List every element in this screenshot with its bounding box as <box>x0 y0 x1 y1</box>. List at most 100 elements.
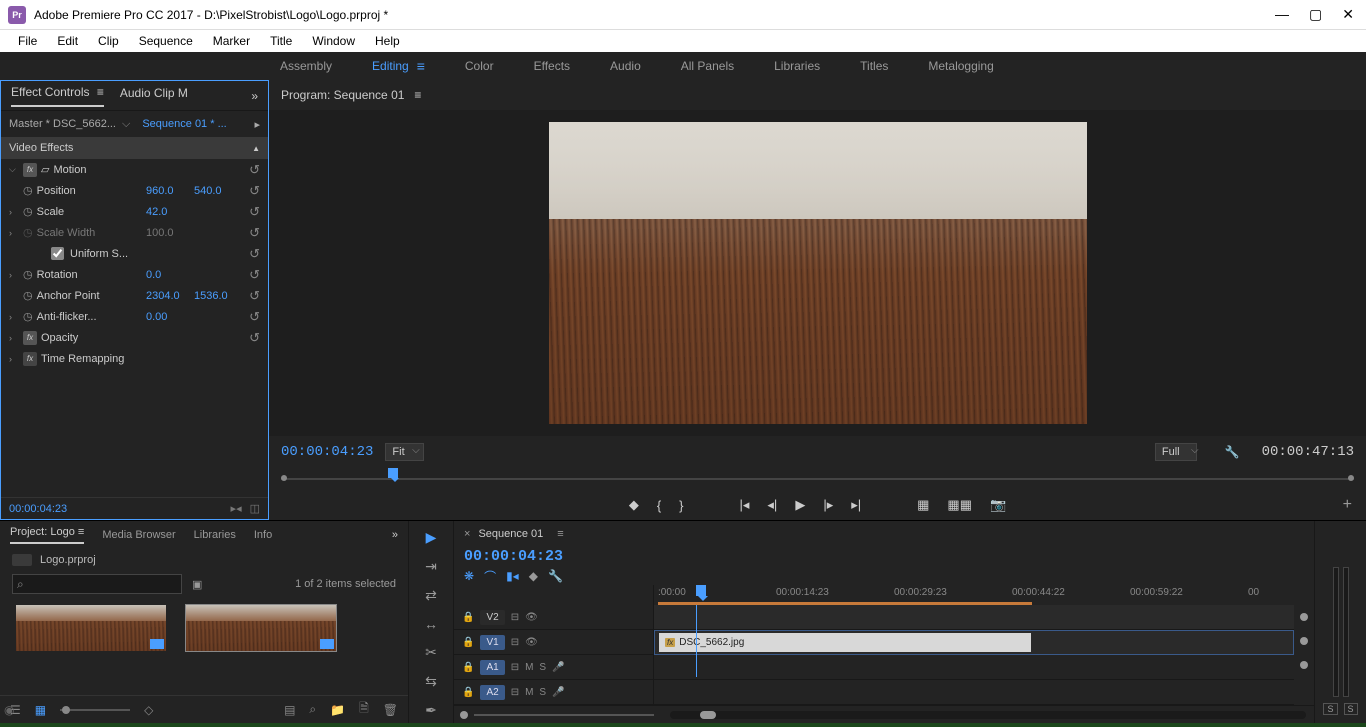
sync-lock-icon[interactable]: ⊟ <box>511 612 519 623</box>
footer-icon-2[interactable]: ◫ <box>250 502 260 515</box>
uniform-scale-checkbox[interactable] <box>51 247 64 260</box>
position-y-value[interactable]: 540.0 <box>194 185 242 197</box>
menu-file[interactable]: File <box>8 32 47 50</box>
sync-status-icon[interactable]: ◉ <box>4 703 14 717</box>
lock-icon[interactable]: 🔒 <box>462 687 474 698</box>
scale-expand-icon[interactable]: › <box>9 207 23 217</box>
mic-icon[interactable]: 🎤 <box>552 662 564 673</box>
solo-icon[interactable]: S <box>539 687 546 698</box>
timeline-close-icon[interactable]: × <box>464 528 470 540</box>
meter-right[interactable] <box>1343 567 1349 697</box>
antiflicker-expand-icon[interactable]: › <box>9 312 23 322</box>
menu-help[interactable]: Help <box>365 32 410 50</box>
position-x-value[interactable]: 960.0 <box>146 185 194 197</box>
project-bin-icon[interactable] <box>12 554 32 566</box>
lock-icon[interactable]: 🔒 <box>462 637 474 648</box>
mute-icon[interactable]: M <box>525 662 533 673</box>
mark-out-icon[interactable]: } <box>679 498 683 513</box>
scalew-reset-icon[interactable]: ↺ <box>242 225 260 241</box>
menu-sequence[interactable]: Sequence <box>129 32 203 50</box>
maximize-button[interactable]: ▢ <box>1309 6 1322 23</box>
anchor-x-value[interactable]: 2304.0 <box>146 290 194 302</box>
go-to-in-icon[interactable]: |◂ <box>740 497 750 513</box>
ripple-edit-tool-icon[interactable]: ⇄ <box>425 587 437 604</box>
add-marker-icon[interactable]: ▮◂ <box>506 569 519 583</box>
track-header-a1[interactable]: 🔒 A1 ⊟ M S 🎤 <box>454 655 653 680</box>
program-playhead[interactable] <box>388 468 398 478</box>
rotation-reset-icon[interactable]: ↺ <box>242 267 260 283</box>
workspace-editing[interactable]: Editing ≡ <box>372 58 425 74</box>
project-tabs-overflow-icon[interactable]: » <box>392 529 398 541</box>
sync-lock-icon[interactable]: ⊟ <box>511 687 519 698</box>
rotation-value[interactable]: 0.0 <box>146 269 194 281</box>
anchor-reset-icon[interactable]: ↺ <box>242 288 260 304</box>
linked-selection-icon[interactable]: ⌒ <box>484 568 496 585</box>
track-header-v2[interactable]: 🔒 V2 ⊟ 👁 <box>454 605 653 630</box>
mark-in-icon[interactable]: { <box>657 498 661 513</box>
extract-icon[interactable]: ▦▦ <box>947 497 972 513</box>
add-marker-icon[interactable]: ◆ <box>629 497 639 513</box>
clip-master-label[interactable]: Master * DSC_5662... <box>9 118 116 130</box>
motion-reset-icon[interactable]: ↺ <box>242 162 260 178</box>
hscroll-thumb[interactable] <box>700 711 716 719</box>
zoom-out-icon[interactable] <box>460 711 468 719</box>
workspace-menu-icon[interactable]: ≡ <box>417 58 425 74</box>
sync-lock-icon[interactable]: ⊟ <box>511 637 519 648</box>
program-scrubber[interactable] <box>281 468 1354 490</box>
meter-left[interactable] <box>1333 567 1339 697</box>
menu-clip[interactable]: Clip <box>88 32 129 50</box>
sync-lock-icon[interactable]: ⊟ <box>511 662 519 673</box>
delete-icon[interactable]: 🗑 <box>383 703 398 717</box>
effect-time-remapping[interactable]: › fx Time Remapping <box>1 348 268 369</box>
track-select-tool-icon[interactable]: ⇥ <box>425 558 437 575</box>
timeremap-expand-icon[interactable]: › <box>9 354 23 364</box>
menu-edit[interactable]: Edit <box>47 32 88 50</box>
mute-icon[interactable]: M <box>525 687 533 698</box>
clip-header-caret-icon[interactable]: ▸ <box>254 118 260 131</box>
workspace-allpanels[interactable]: All Panels <box>681 59 734 73</box>
menu-marker[interactable]: Marker <box>203 32 260 50</box>
tab-project[interactable]: Project: Logo ≡ <box>10 526 84 544</box>
horizontal-scrollbar[interactable] <box>670 711 1306 719</box>
clip-block[interactable]: fx DSC_5662.jpg <box>659 633 1031 652</box>
track-lane-v1[interactable]: fx DSC_5662.jpg <box>654 630 1294 655</box>
opacity-expand-icon[interactable]: › <box>9 333 23 343</box>
solo-icon[interactable]: S <box>539 662 546 673</box>
tab-media-browser[interactable]: Media Browser <box>102 529 175 541</box>
effect-tab-menu-icon[interactable]: ≡ <box>97 85 104 99</box>
step-back-icon[interactable]: ◂| <box>767 497 777 513</box>
solo-left-icon[interactable]: S <box>1323 703 1337 715</box>
a2-label[interactable]: A2 <box>480 685 504 700</box>
antiflicker-value[interactable]: 0.00 <box>146 311 194 323</box>
wrench-icon[interactable]: 🔧 <box>548 569 563 583</box>
timeline-ruler-playhead[interactable] <box>696 585 706 596</box>
lock-icon[interactable]: 🔒 <box>462 612 474 623</box>
mic-icon[interactable]: 🎤 <box>552 687 564 698</box>
track-lane-v2[interactable] <box>654 605 1294 630</box>
thumbnail-size-slider[interactable] <box>60 709 130 711</box>
export-frame-icon[interactable]: 📷 <box>990 497 1006 513</box>
timeline-menu-icon[interactable]: ≡ <box>557 528 563 540</box>
stopwatch-icon[interactable]: ◷ <box>23 310 33 323</box>
close-button[interactable]: ✕ <box>1342 6 1354 23</box>
effect-tabs-overflow-icon[interactable]: » <box>251 89 258 103</box>
rate-stretch-tool-icon[interactable]: ↔ <box>424 616 438 632</box>
resolution-select[interactable]: Full <box>1155 443 1197 461</box>
workspace-metalogging[interactable]: Metalogging <box>928 59 993 73</box>
step-forward-icon[interactable]: |▸ <box>823 497 833 513</box>
program-menu-icon[interactable]: ≡ <box>414 88 421 102</box>
footer-icon-1[interactable]: ▸◂ <box>231 502 242 515</box>
effect-footer-timecode[interactable]: 00:00:04:23 <box>9 503 67 515</box>
track-lanes[interactable]: fx DSC_5662.jpg <box>654 605 1294 705</box>
scale-value[interactable]: 42.0 <box>146 206 194 218</box>
find-icon[interactable]: ⌕ <box>309 702 316 717</box>
button-editor-icon[interactable]: + <box>1343 496 1352 514</box>
section-collapse-icon[interactable]: ▲ <box>252 144 260 153</box>
solo-right-icon[interactable]: S <box>1344 703 1358 715</box>
lock-icon[interactable]: 🔒 <box>462 662 474 673</box>
pen-tool-icon[interactable]: ✒ <box>425 702 437 719</box>
fx-icon[interactable]: fx <box>23 352 37 366</box>
effect-opacity[interactable]: › fx Opacity ↺ <box>1 327 268 348</box>
tab-audio-clip-mixer[interactable]: Audio Clip M <box>120 86 188 106</box>
snap-icon[interactable]: ❋ <box>464 569 474 583</box>
